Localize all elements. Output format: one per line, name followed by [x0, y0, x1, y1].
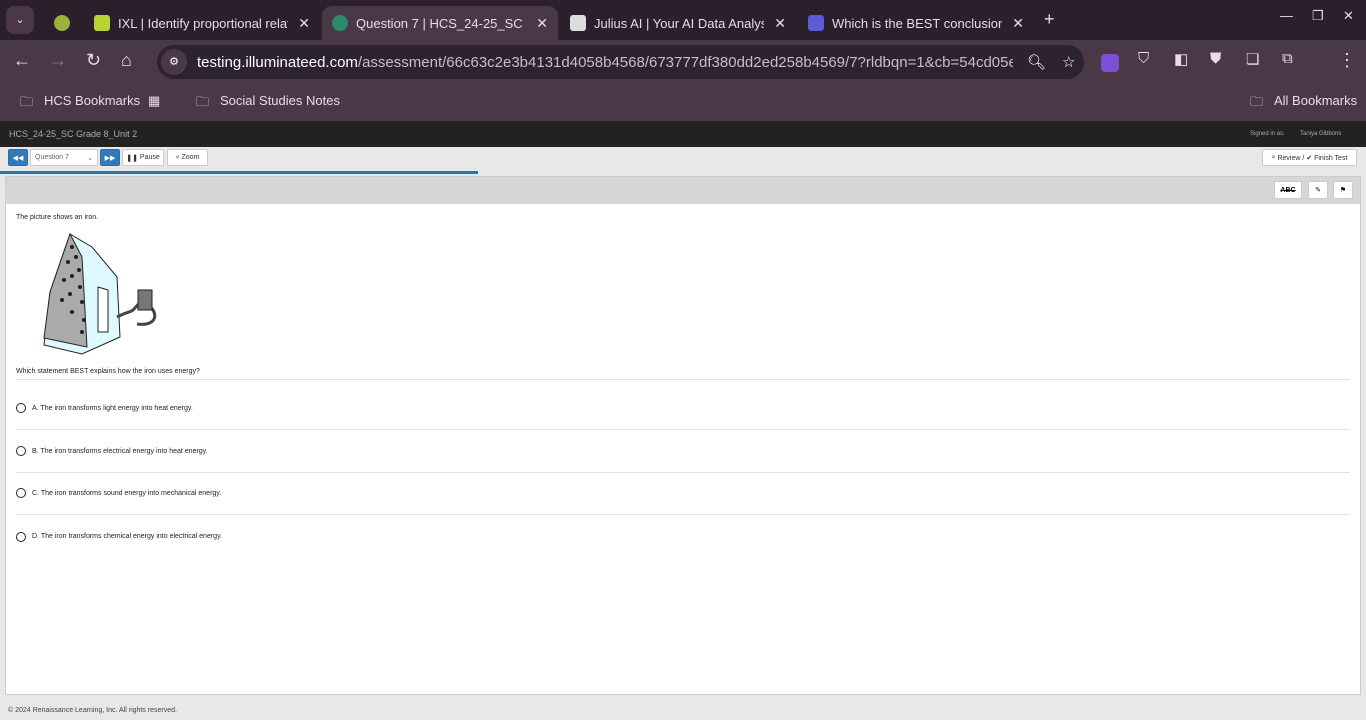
extensions-puzzle-icon[interactable]: ⧉ — [1282, 50, 1293, 67]
answer-option-b[interactable]: B. The iron transforms electrical energy… — [16, 430, 1350, 473]
tab-strip: ⌄ IXL | Identify proportional relati ✕ Qu… — [0, 0, 1366, 40]
strikethrough-button[interactable]: ABC — [1274, 181, 1302, 199]
julius-favicon-icon — [570, 15, 586, 31]
forward-icon[interactable]: → — [49, 50, 67, 71]
new-tab-icon[interactable]: + — [1044, 9, 1055, 30]
radio-button[interactable] — [16, 403, 26, 413]
folder-icon: 🗀 — [20, 94, 34, 109]
flag-icon: ⚑ — [1339, 187, 1347, 194]
question-panel: ABC ✎ ⚑ The picture shows an iron. Which… — [5, 176, 1361, 695]
close-tab-icon[interactable]: ✕ — [298, 15, 310, 32]
radio-button[interactable] — [16, 488, 26, 498]
next-question-button[interactable]: ▶▶ — [100, 149, 120, 166]
iron-image — [43, 232, 156, 355]
extension-icon[interactable] — [1101, 54, 1119, 72]
answer-option-a[interactable]: A. The iron transforms light energy into… — [16, 387, 1350, 430]
folder-icon: 🗀 — [196, 94, 210, 109]
tab-pinned[interactable] — [44, 6, 84, 40]
footer-copyright: © 2024 Renaissance Learning, Inc. All ri… — [8, 707, 177, 714]
answer-option-d[interactable]: D. The iron transforms chemical energy i… — [16, 515, 1350, 558]
address-bar[interactable]: ⚙ testing.illuminateed.com/assessment/66… — [157, 45, 1084, 79]
tab-ixl[interactable]: IXL | Identify proportional relati ✕ — [84, 6, 320, 40]
progress-fill — [0, 171, 479, 174]
zoom-button[interactable]: ⌕ Zoom — [167, 149, 208, 166]
site-info-icon[interactable]: ⚙ — [161, 49, 187, 75]
bookmark-star-icon[interactable]: ☆ — [1062, 53, 1075, 71]
progress-bar — [0, 171, 1366, 175]
close-tab-icon[interactable]: ✕ — [774, 15, 786, 32]
bookmark-hcs[interactable]: HCS Bookmarks — [44, 93, 140, 108]
test-controls: ◀◀ Question 7 ⌄ ▶▶ ❚❚ Pause ⌕ Zoom ⌕ Revi… — [0, 147, 1366, 171]
ublock-icon[interactable]: ⛉ — [1138, 50, 1149, 67]
radio-button[interactable] — [16, 446, 26, 456]
close-tab-icon[interactable]: ✕ — [1012, 15, 1024, 32]
close-tab-icon[interactable]: ✕ — [536, 15, 548, 32]
answer-option-c[interactable]: C. The iron transforms sound energy into… — [16, 472, 1350, 515]
radio-button[interactable] — [16, 531, 26, 542]
test-header: HCS_24-25_SC Grade 8_Unit 2 Signed in as… — [0, 121, 1366, 147]
pause-icon: ❚❚ — [126, 154, 140, 162]
home-icon[interactable]: ⌂ — [121, 50, 132, 71]
extension-icon[interactable]: ❏ — [1246, 50, 1259, 68]
apps-icon[interactable]: ▦ — [148, 93, 160, 109]
shield-icon[interactable]: ⛊ — [1210, 50, 1221, 67]
tools-bar: ABC ✎ ⚑ — [6, 177, 1360, 204]
menu-icon[interactable]: ⋮ — [1338, 50, 1356, 71]
notes-button[interactable]: ✎ — [1308, 181, 1328, 199]
browser-toolbar: ← → ↻ ⌂ ⚙ testing.illuminateed.com/asses… — [0, 40, 1366, 85]
edit-icon: ✎ — [1315, 187, 1321, 194]
bookmark-social-studies[interactable]: Social Studies Notes — [220, 93, 340, 108]
question-intro: The picture shows an iron. — [16, 214, 99, 221]
test-title: HCS_24-25_SC Grade 8_Unit 2 — [9, 129, 138, 139]
illuminate-favicon-icon — [332, 15, 348, 31]
zoom-icon[interactable]: 🔍︎ — [1027, 53, 1046, 71]
back-icon[interactable]: ← — [13, 50, 31, 71]
all-bookmarks[interactable]: All Bookmarks — [1274, 93, 1357, 108]
tab-question-7[interactable]: Question 7 | HCS_24-25_SC Gra✕ — [322, 6, 558, 40]
tab-search-button[interactable]: ⌄ — [6, 6, 34, 34]
restore-icon[interactable]: ❐ — [1312, 8, 1324, 24]
signed-in-label: Signed in as: — [1250, 131, 1285, 137]
close-window-icon[interactable]: ✕ — [1343, 8, 1354, 24]
pause-button[interactable]: ❚❚ Pause — [122, 149, 164, 166]
extension-icon[interactable]: ◧ — [1174, 50, 1188, 68]
folder-icon: 🗀 — [1250, 94, 1264, 109]
tab-julius[interactable]: Julius AI | Your AI Data Analyst ✕ — [560, 6, 796, 40]
tab-best-conclusion[interactable]: Which is the BEST conclusion C ✕ — [798, 6, 1034, 40]
flag-button[interactable]: ⚑ — [1333, 181, 1353, 199]
minimize-icon[interactable]: — — [1280, 8, 1293, 23]
reload-icon[interactable]: ↻ — [86, 50, 101, 71]
question-select[interactable]: Question 7 ⌄ — [30, 149, 98, 166]
previous-question-button[interactable]: ◀◀ — [8, 149, 28, 166]
bookmarks-bar: 🗀 HCS Bookmarks ▦ 🗀 Social Studies Notes… — [0, 85, 1366, 121]
question-prompt: Which statement BEST explains how the ir… — [16, 368, 1350, 380]
chevron-down-icon: ⌄ — [87, 154, 93, 162]
review-finish-button[interactable]: ⌕ Review / ✔ Finish Test — [1262, 149, 1357, 166]
ixl-favicon-icon — [94, 15, 110, 31]
favicon-icon — [54, 15, 70, 31]
favicon-icon — [808, 15, 824, 31]
user-name: Taniya Gibbons — [1300, 131, 1342, 137]
